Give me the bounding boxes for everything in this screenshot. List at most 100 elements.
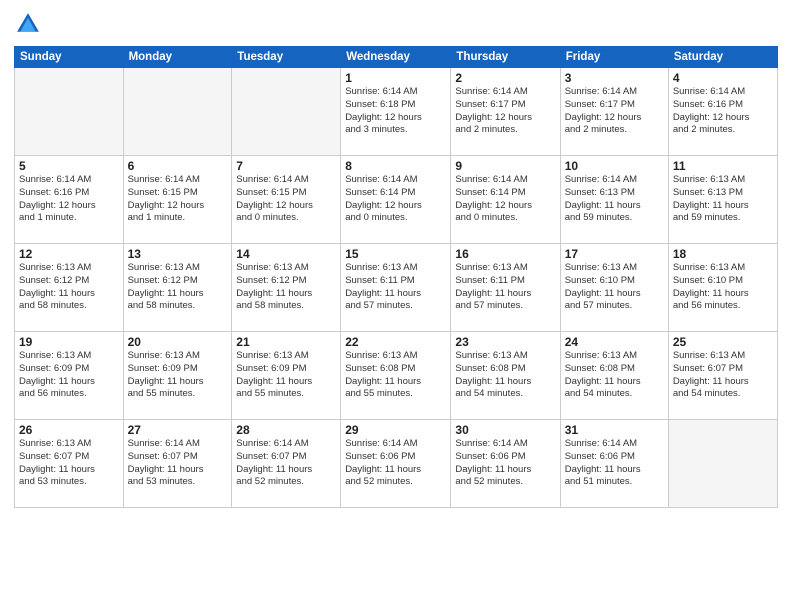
calendar-cell: 20Sunrise: 6:13 AM Sunset: 6:09 PM Dayli… (123, 332, 232, 420)
day-number: 27 (128, 423, 228, 437)
day-number: 21 (236, 335, 336, 349)
day-number: 30 (455, 423, 555, 437)
day-number: 20 (128, 335, 228, 349)
day-number: 29 (345, 423, 446, 437)
day-info: Sunrise: 6:13 AM Sunset: 6:12 PM Dayligh… (128, 262, 228, 313)
calendar-week-1: 5Sunrise: 6:14 AM Sunset: 6:16 PM Daylig… (15, 156, 778, 244)
day-number: 8 (345, 159, 446, 173)
day-info: Sunrise: 6:14 AM Sunset: 6:18 PM Dayligh… (345, 86, 446, 137)
calendar-cell (232, 68, 341, 156)
calendar-header-tuesday: Tuesday (232, 47, 341, 68)
day-info: Sunrise: 6:13 AM Sunset: 6:08 PM Dayligh… (345, 350, 446, 401)
day-number: 10 (565, 159, 664, 173)
day-number: 6 (128, 159, 228, 173)
day-info: Sunrise: 6:14 AM Sunset: 6:07 PM Dayligh… (236, 438, 336, 489)
day-number: 14 (236, 247, 336, 261)
calendar-cell: 19Sunrise: 6:13 AM Sunset: 6:09 PM Dayli… (15, 332, 124, 420)
day-info: Sunrise: 6:14 AM Sunset: 6:07 PM Dayligh… (128, 438, 228, 489)
day-number: 13 (128, 247, 228, 261)
day-number: 18 (673, 247, 773, 261)
day-number: 7 (236, 159, 336, 173)
calendar-cell: 11Sunrise: 6:13 AM Sunset: 6:13 PM Dayli… (668, 156, 777, 244)
calendar-cell: 6Sunrise: 6:14 AM Sunset: 6:15 PM Daylig… (123, 156, 232, 244)
day-info: Sunrise: 6:14 AM Sunset: 6:13 PM Dayligh… (565, 174, 664, 225)
calendar-header-thursday: Thursday (451, 47, 560, 68)
day-info: Sunrise: 6:14 AM Sunset: 6:17 PM Dayligh… (455, 86, 555, 137)
calendar-header-friday: Friday (560, 47, 668, 68)
day-number: 31 (565, 423, 664, 437)
day-info: Sunrise: 6:14 AM Sunset: 6:14 PM Dayligh… (345, 174, 446, 225)
calendar-cell: 12Sunrise: 6:13 AM Sunset: 6:12 PM Dayli… (15, 244, 124, 332)
calendar-cell: 24Sunrise: 6:13 AM Sunset: 6:08 PM Dayli… (560, 332, 668, 420)
day-info: Sunrise: 6:13 AM Sunset: 6:12 PM Dayligh… (19, 262, 119, 313)
day-number: 24 (565, 335, 664, 349)
calendar-cell: 30Sunrise: 6:14 AM Sunset: 6:06 PM Dayli… (451, 420, 560, 508)
calendar-cell: 15Sunrise: 6:13 AM Sunset: 6:11 PM Dayli… (341, 244, 451, 332)
calendar-cell: 18Sunrise: 6:13 AM Sunset: 6:10 PM Dayli… (668, 244, 777, 332)
calendar-week-2: 12Sunrise: 6:13 AM Sunset: 6:12 PM Dayli… (15, 244, 778, 332)
day-info: Sunrise: 6:13 AM Sunset: 6:12 PM Dayligh… (236, 262, 336, 313)
calendar-cell: 23Sunrise: 6:13 AM Sunset: 6:08 PM Dayli… (451, 332, 560, 420)
logo (14, 10, 46, 38)
day-info: Sunrise: 6:14 AM Sunset: 6:17 PM Dayligh… (565, 86, 664, 137)
day-number: 19 (19, 335, 119, 349)
calendar-header-saturday: Saturday (668, 47, 777, 68)
day-info: Sunrise: 6:14 AM Sunset: 6:06 PM Dayligh… (455, 438, 555, 489)
day-number: 5 (19, 159, 119, 173)
day-info: Sunrise: 6:14 AM Sunset: 6:06 PM Dayligh… (345, 438, 446, 489)
logo-icon (14, 10, 42, 38)
day-info: Sunrise: 6:14 AM Sunset: 6:15 PM Dayligh… (128, 174, 228, 225)
day-info: Sunrise: 6:13 AM Sunset: 6:08 PM Dayligh… (455, 350, 555, 401)
calendar-week-3: 19Sunrise: 6:13 AM Sunset: 6:09 PM Dayli… (15, 332, 778, 420)
calendar-cell (668, 420, 777, 508)
calendar-cell (15, 68, 124, 156)
day-info: Sunrise: 6:13 AM Sunset: 6:13 PM Dayligh… (673, 174, 773, 225)
day-info: Sunrise: 6:13 AM Sunset: 6:07 PM Dayligh… (673, 350, 773, 401)
day-info: Sunrise: 6:13 AM Sunset: 6:10 PM Dayligh… (673, 262, 773, 313)
day-info: Sunrise: 6:13 AM Sunset: 6:09 PM Dayligh… (19, 350, 119, 401)
calendar-cell: 17Sunrise: 6:13 AM Sunset: 6:10 PM Dayli… (560, 244, 668, 332)
calendar-cell: 7Sunrise: 6:14 AM Sunset: 6:15 PM Daylig… (232, 156, 341, 244)
calendar-cell: 21Sunrise: 6:13 AM Sunset: 6:09 PM Dayli… (232, 332, 341, 420)
calendar-header-sunday: Sunday (15, 47, 124, 68)
calendar-cell: 29Sunrise: 6:14 AM Sunset: 6:06 PM Dayli… (341, 420, 451, 508)
calendar-cell: 28Sunrise: 6:14 AM Sunset: 6:07 PM Dayli… (232, 420, 341, 508)
calendar-cell: 8Sunrise: 6:14 AM Sunset: 6:14 PM Daylig… (341, 156, 451, 244)
calendar-cell: 2Sunrise: 6:14 AM Sunset: 6:17 PM Daylig… (451, 68, 560, 156)
calendar-cell: 27Sunrise: 6:14 AM Sunset: 6:07 PM Dayli… (123, 420, 232, 508)
calendar-cell: 1Sunrise: 6:14 AM Sunset: 6:18 PM Daylig… (341, 68, 451, 156)
day-info: Sunrise: 6:14 AM Sunset: 6:14 PM Dayligh… (455, 174, 555, 225)
header (14, 10, 778, 38)
calendar-header-wednesday: Wednesday (341, 47, 451, 68)
calendar-cell (123, 68, 232, 156)
day-number: 25 (673, 335, 773, 349)
day-info: Sunrise: 6:14 AM Sunset: 6:16 PM Dayligh… (19, 174, 119, 225)
calendar-cell: 10Sunrise: 6:14 AM Sunset: 6:13 PM Dayli… (560, 156, 668, 244)
day-number: 1 (345, 71, 446, 85)
day-number: 12 (19, 247, 119, 261)
day-number: 15 (345, 247, 446, 261)
calendar-cell: 22Sunrise: 6:13 AM Sunset: 6:08 PM Dayli… (341, 332, 451, 420)
calendar-week-4: 26Sunrise: 6:13 AM Sunset: 6:07 PM Dayli… (15, 420, 778, 508)
day-info: Sunrise: 6:14 AM Sunset: 6:15 PM Dayligh… (236, 174, 336, 225)
day-number: 16 (455, 247, 555, 261)
calendar-cell: 14Sunrise: 6:13 AM Sunset: 6:12 PM Dayli… (232, 244, 341, 332)
day-number: 3 (565, 71, 664, 85)
day-number: 4 (673, 71, 773, 85)
page: SundayMondayTuesdayWednesdayThursdayFrid… (0, 0, 792, 612)
calendar-cell: 16Sunrise: 6:13 AM Sunset: 6:11 PM Dayli… (451, 244, 560, 332)
day-number: 26 (19, 423, 119, 437)
calendar-cell: 13Sunrise: 6:13 AM Sunset: 6:12 PM Dayli… (123, 244, 232, 332)
calendar-cell: 25Sunrise: 6:13 AM Sunset: 6:07 PM Dayli… (668, 332, 777, 420)
day-number: 11 (673, 159, 773, 173)
calendar-cell: 9Sunrise: 6:14 AM Sunset: 6:14 PM Daylig… (451, 156, 560, 244)
calendar-header-row: SundayMondayTuesdayWednesdayThursdayFrid… (15, 47, 778, 68)
day-info: Sunrise: 6:13 AM Sunset: 6:07 PM Dayligh… (19, 438, 119, 489)
day-info: Sunrise: 6:13 AM Sunset: 6:10 PM Dayligh… (565, 262, 664, 313)
calendar-cell: 26Sunrise: 6:13 AM Sunset: 6:07 PM Dayli… (15, 420, 124, 508)
calendar-header-monday: Monday (123, 47, 232, 68)
calendar-cell: 5Sunrise: 6:14 AM Sunset: 6:16 PM Daylig… (15, 156, 124, 244)
day-number: 28 (236, 423, 336, 437)
day-info: Sunrise: 6:13 AM Sunset: 6:11 PM Dayligh… (345, 262, 446, 313)
day-number: 23 (455, 335, 555, 349)
